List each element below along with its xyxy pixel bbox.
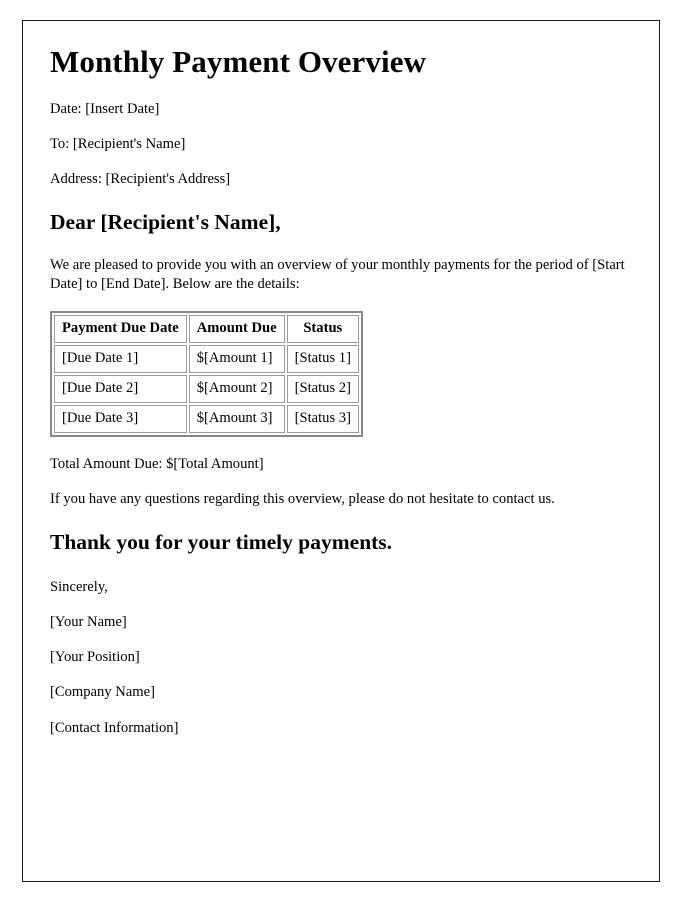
cell-amount-due: $[Amount 3] bbox=[188, 404, 285, 433]
table-body: [Due Date 1] $[Amount 1] [Status 1] [Due… bbox=[54, 344, 359, 433]
meta-line-date: Date: [Insert Date] bbox=[50, 100, 160, 117]
cell-status: [Status 2] bbox=[286, 374, 359, 403]
cell-due-date: [Due Date 2] bbox=[54, 374, 187, 403]
page-title: Monthly Payment Overview bbox=[50, 44, 427, 79]
document-content: Monthly Payment Overview Date: [Insert D… bbox=[50, 44, 637, 754]
salutation-heading: Dear [Recipient's Name], bbox=[50, 210, 281, 235]
table-row: [Due Date 3] $[Amount 3] [Status 3] bbox=[54, 404, 359, 433]
table-row: [Due Date 2] $[Amount 2] [Status 2] bbox=[54, 374, 359, 403]
thanks-heading: Thank you for your timely payments. bbox=[50, 529, 393, 554]
cell-due-date: [Due Date 3] bbox=[54, 404, 187, 433]
signoff-your-position: [Your Position] bbox=[50, 649, 140, 666]
signoff-contact-information: [Contact Information] bbox=[50, 719, 179, 736]
signoff-sincerely: Sincerely, bbox=[50, 578, 108, 595]
table-header: Payment Due Date Amount Due Status bbox=[54, 314, 359, 343]
column-header-amount-due: Amount Due bbox=[188, 314, 285, 343]
closing-note: If you have any questions regarding this… bbox=[50, 490, 555, 507]
column-header-payment-due-date: Payment Due Date bbox=[54, 314, 187, 343]
column-header-status: Status bbox=[286, 314, 359, 343]
document-page-frame: Monthly Payment Overview Date: [Insert D… bbox=[22, 20, 660, 882]
payment-schedule-table: Payment Due Date Amount Due Status [Due … bbox=[50, 310, 363, 437]
meta-line-recipient: To: [Recipient's Name] bbox=[50, 135, 186, 152]
cell-status: [Status 1] bbox=[286, 344, 359, 373]
meta-line-address: Address: [Recipient's Address] bbox=[50, 171, 231, 188]
total-amount-due-line: Total Amount Due: $[Total Amount] bbox=[50, 455, 264, 472]
cell-amount-due: $[Amount 2] bbox=[188, 374, 285, 403]
signoff-company-name: [Company Name] bbox=[50, 684, 155, 701]
signoff-your-name: [Your Name] bbox=[50, 614, 127, 631]
table-row: [Due Date 1] $[Amount 1] [Status 1] bbox=[54, 344, 359, 373]
intro-paragraph: We are pleased to provide you with an ov… bbox=[50, 257, 625, 293]
cell-due-date: [Due Date 1] bbox=[54, 344, 187, 373]
cell-status: [Status 3] bbox=[286, 404, 359, 433]
table-header-row: Payment Due Date Amount Due Status bbox=[54, 314, 359, 343]
cell-amount-due: $[Amount 1] bbox=[188, 344, 285, 373]
